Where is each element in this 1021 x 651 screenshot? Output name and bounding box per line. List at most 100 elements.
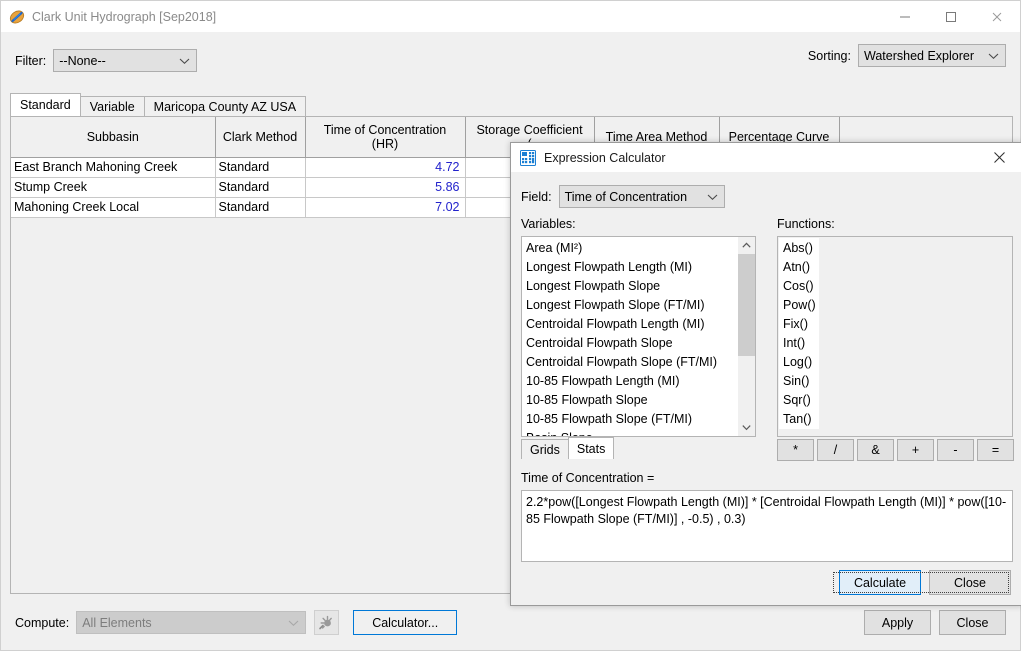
tab-label: Variable — [89, 99, 135, 114]
field-value: Time of Concentration — [564, 189, 688, 204]
list-item[interactable]: Log() — [783, 353, 816, 372]
operator-divide-button[interactable]: / — [817, 439, 854, 461]
chevron-down-icon — [179, 50, 190, 71]
cell-clark-method: Standard — [215, 177, 306, 198]
functions-label: Functions: — [777, 217, 835, 231]
method-tabstrip: Standard Variable Maricopa County AZ USA — [10, 93, 307, 116]
compute-group: Compute: All Elements Calculator... — [15, 610, 458, 635]
bottom-bar: Compute: All Elements Calculator... Appl… — [1, 599, 1020, 650]
dialog-titlebar: Expression Calculator — [511, 143, 1021, 173]
sorting-dropdown[interactable]: Watershed Explorer — [858, 44, 1006, 67]
operator-ampersand-button[interactable]: & — [857, 439, 894, 461]
column-header-time-of-concentration[interactable]: Time of Concentration (HR) — [305, 117, 466, 158]
list-item[interactable]: Longest Flowpath Slope — [526, 277, 717, 296]
sorting-value: Watershed Explorer — [864, 48, 974, 63]
window-title: Clark Unit Hydrograph [Sep2018] — [32, 9, 217, 24]
field-row: Field: Time of Concentration — [521, 185, 725, 208]
cell-time-of-concentration: 7.02 — [305, 197, 466, 218]
dialog-title: Expression Calculator — [544, 150, 666, 165]
tab-standard[interactable]: Standard — [10, 93, 81, 116]
tab-label: Grids — [530, 442, 560, 457]
list-item[interactable]: Pow() — [783, 296, 816, 315]
expression-input[interactable] — [521, 490, 1013, 562]
calculate-button[interactable]: Calculate — [833, 570, 1009, 595]
operator-minus-button[interactable]: - — [937, 439, 974, 461]
source-tabstrip: Grids Stats — [521, 437, 615, 459]
chevron-down-icon — [288, 612, 299, 633]
maximize-icon[interactable] — [928, 1, 974, 32]
calculator-button[interactable]: Calculator... — [353, 610, 458, 635]
window-controls — [882, 1, 1020, 32]
list-item[interactable]: Centroidal Flowpath Slope (FT/MI) — [526, 353, 717, 372]
tab-grids[interactable]: Grids — [521, 439, 569, 459]
list-item[interactable]: Centroidal Flowpath Length (MI) — [526, 315, 717, 334]
functions-items: Abs() Atn() Cos() Pow() Fix() Int() Log(… — [779, 238, 819, 429]
list-item[interactable]: Basin Slope — [526, 429, 717, 436]
dialog-action-buttons: Apply Close — [856, 610, 1006, 635]
tab-label: Standard — [20, 98, 71, 112]
filter-dropdown[interactable]: --None-- — [53, 49, 198, 72]
scroll-up-icon[interactable] — [738, 237, 755, 254]
list-item[interactable]: 10-85 Flowpath Slope (FT/MI) — [526, 410, 717, 429]
list-item[interactable]: Sin() — [783, 372, 816, 391]
close-icon[interactable] — [974, 1, 1020, 32]
tab-label: Maricopa County AZ USA — [153, 99, 297, 114]
compute-label: Compute: — [15, 615, 70, 630]
filter-value: --None-- — [59, 53, 106, 68]
sorting-row: Sorting: Watershed Explorer — [808, 44, 1006, 67]
cell-clark-method: Standard — [215, 157, 306, 178]
column-header-subbasin[interactable]: Subbasin — [11, 117, 216, 158]
list-item[interactable]: Longest Flowpath Slope (FT/MI) — [526, 296, 717, 315]
apply-button[interactable]: Apply — [864, 610, 931, 635]
cell-subbasin: East Branch Mahoning Creek — [11, 157, 216, 178]
close-button[interactable]: Close — [939, 610, 1006, 635]
filter-row: Filter: --None-- — [15, 49, 198, 72]
operator-plus-button[interactable]: + — [897, 439, 934, 461]
operator-equals-button[interactable]: = — [977, 439, 1014, 461]
calculate-button-label: Calculate — [853, 575, 907, 590]
expression-field-label: Time of Concentration = — [521, 471, 655, 485]
list-item[interactable]: Sqr() — [783, 391, 816, 410]
list-item[interactable]: Tan() — [783, 410, 816, 429]
clark-unit-hydrograph-window: Clark Unit Hydrograph [Sep2018] Filter: … — [0, 0, 1021, 651]
field-label: Field: — [521, 189, 552, 204]
list-item[interactable]: Longest Flowpath Length (MI) — [526, 258, 717, 277]
dialog-close-button[interactable]: Close — [929, 570, 1011, 595]
tab-variable[interactable]: Variable — [79, 96, 145, 116]
tab-stats[interactable]: Stats — [567, 437, 615, 459]
cell-clark-method: Standard — [215, 197, 306, 218]
list-item[interactable]: Int() — [783, 334, 816, 353]
list-item[interactable]: Centroidal Flowpath Slope — [526, 334, 717, 353]
list-item[interactable]: Cos() — [783, 277, 816, 296]
compute-value: All Elements — [82, 615, 152, 630]
field-dropdown[interactable]: Time of Concentration — [558, 185, 725, 208]
scrollbar-thumb[interactable] — [738, 254, 755, 356]
cell-time-of-concentration: 4.72 — [305, 157, 466, 178]
list-item[interactable]: Fix() — [783, 315, 816, 334]
list-item[interactable]: 10-85 Flowpath Slope — [526, 391, 717, 410]
list-item[interactable]: 10-85 Flowpath Length (MI) — [526, 372, 717, 391]
cell-time-of-concentration: 5.86 — [305, 177, 466, 198]
column-header-clark-method[interactable]: Clark Method — [215, 117, 306, 158]
list-item[interactable]: Atn() — [783, 258, 816, 277]
sorting-label: Sorting: — [807, 48, 851, 63]
operator-multiply-button[interactable]: * — [777, 439, 814, 461]
functions-listbox[interactable]: Abs() Atn() Cos() Pow() Fix() Int() Log(… — [777, 236, 1013, 437]
scroll-down-icon[interactable] — [738, 419, 755, 436]
close-icon[interactable] — [977, 143, 1021, 172]
variables-scrollbar[interactable] — [737, 237, 755, 436]
tab-maricopa-county-az-usa[interactable]: Maricopa County AZ USA — [143, 96, 307, 116]
compute-dropdown: All Elements — [76, 611, 307, 634]
cell-subbasin: Stump Creek — [11, 177, 216, 198]
list-item[interactable]: Abs() — [783, 239, 816, 258]
minimize-icon[interactable] — [882, 1, 928, 32]
leaf-icon — [9, 9, 25, 25]
tab-label: Stats — [576, 441, 606, 456]
chevron-down-icon — [707, 186, 718, 207]
expression-calculator-dialog: Expression Calculator Field: Time of Con… — [510, 142, 1021, 606]
variables-listbox[interactable]: Area (MI²) Longest Flowpath Length (MI) … — [521, 236, 756, 437]
operator-buttons: * / & + - = — [777, 439, 1017, 461]
list-item[interactable]: Area (MI²) — [526, 239, 717, 258]
variables-items: Area (MI²) Longest Flowpath Length (MI) … — [523, 238, 717, 436]
chevron-down-icon — [988, 45, 999, 66]
